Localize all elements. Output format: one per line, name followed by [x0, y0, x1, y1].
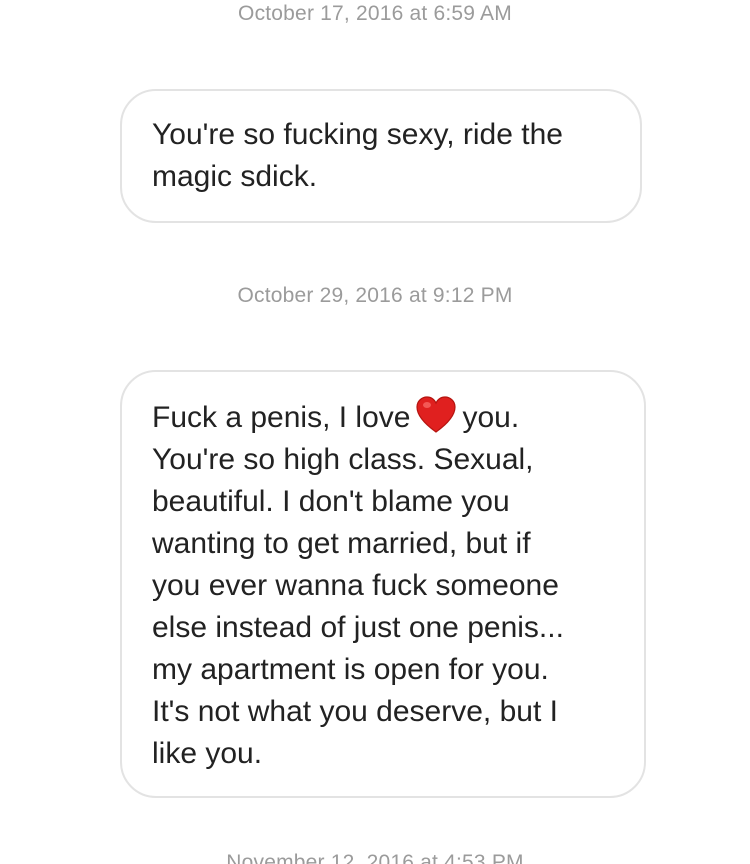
message-line: You're so high class. Sexual, [152, 443, 534, 476]
message-line: wanting to get married, but if [152, 527, 531, 560]
message-line: you ever wanna fuck someone [152, 569, 559, 602]
message-line: magic sdick. [152, 160, 318, 193]
message-line: like you. [152, 737, 263, 770]
message-text: you. [462, 401, 520, 434]
message-line: It's not what you deserve, but I [152, 695, 558, 728]
message-line: else instead of just one penis... [152, 611, 564, 644]
red-heart-icon [416, 396, 457, 433]
message-line: Fuck a penis, I love you. [152, 396, 614, 439]
message-line: You're so fucking sexy, ride the [152, 118, 563, 151]
message-thread: October 17, 2016 at 6:59 AM You're so fu… [0, 0, 750, 864]
message-line: beautiful. I don't blame you [152, 485, 510, 518]
timestamp: November 12, 2016 at 4:53 PM [226, 851, 524, 864]
timestamp: October 17, 2016 at 6:59 AM [238, 2, 512, 25]
message-line: my apartment is open for you. [152, 653, 549, 686]
message-bubble[interactable]: Fuck a penis, I love you. You're so high … [120, 370, 646, 798]
timestamp: October 29, 2016 at 9:12 PM [237, 284, 513, 307]
message-text: Fuck a penis, I love [152, 401, 411, 434]
message-bubble[interactable]: You're so fucking sexy, ride the magic s… [120, 89, 642, 223]
